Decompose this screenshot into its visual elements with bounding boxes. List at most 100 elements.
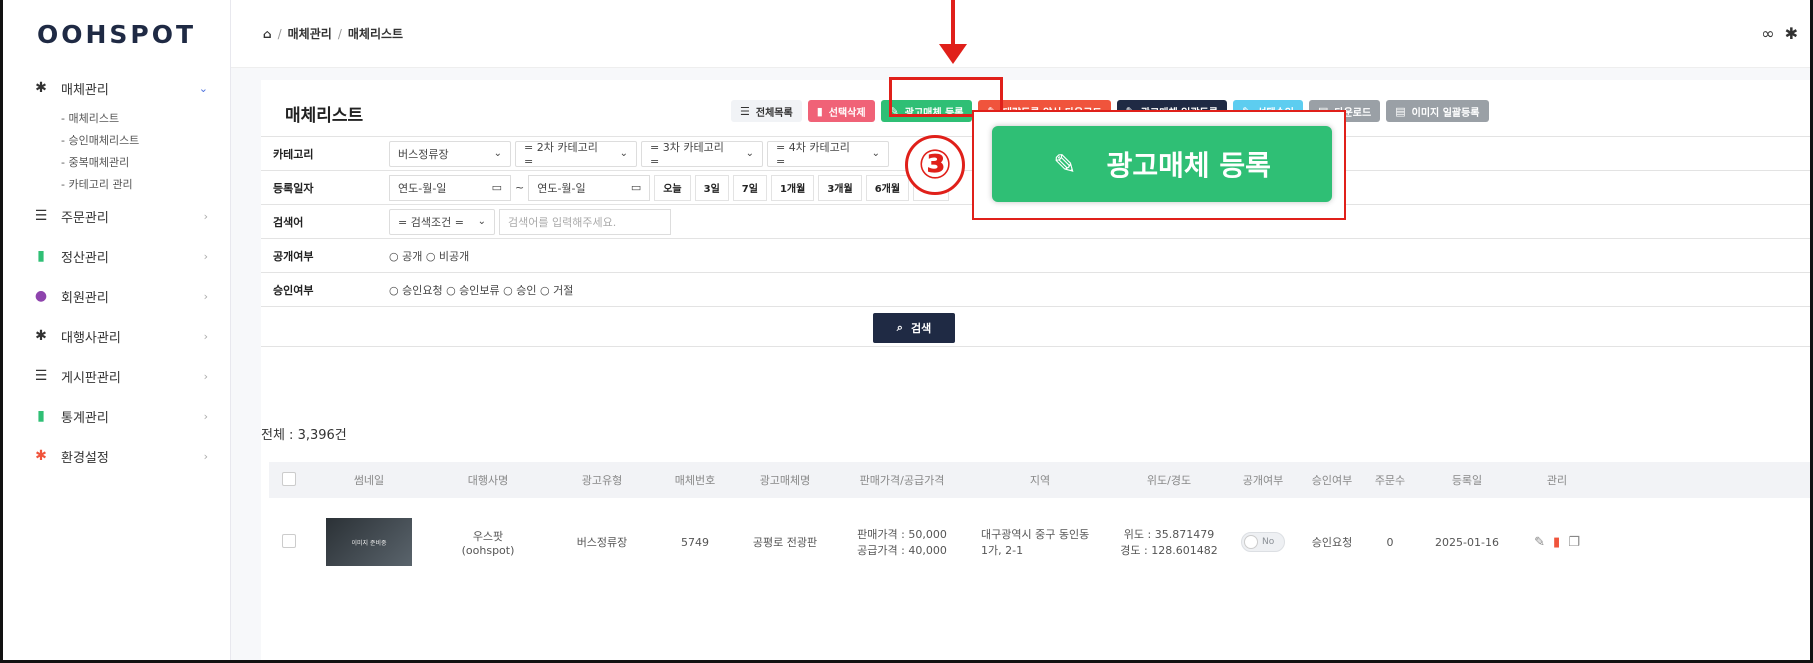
chevron-down-icon: ⌄ [619, 148, 628, 159]
chevron-right-icon: › [203, 329, 208, 343]
col-name: 광고매체명 [759, 474, 811, 487]
longitude: 경도 : 128.601482 [1120, 544, 1218, 557]
category1-select[interactable]: 버스정류장 ⌄ [389, 140, 511, 167]
image-bulk-register-button[interactable]: ▤ 이미지 일괄등록 [1386, 100, 1489, 122]
copy-icon[interactable]: ❐ [1568, 535, 1580, 550]
category4-value: = 4차 카테고리 = [776, 141, 850, 168]
period-3d-button[interactable]: 3일 [694, 174, 729, 201]
date-to-input[interactable]: 연도-월-일 ▭ [528, 174, 651, 201]
search-condition-select[interactable]: = 검색조건 = ⌄ [389, 208, 495, 235]
col-date: 등록일 [1451, 474, 1483, 487]
date-range-tilde: ~ [515, 181, 525, 194]
chevron-down-icon: ⌄ [477, 216, 486, 227]
delete-selected-button[interactable]: ▮ 선택삭제 [807, 100, 875, 122]
gear-icon: ✱ [35, 448, 47, 464]
search-button[interactable]: ⌕ 검색 [873, 313, 955, 343]
sidebar-item-board[interactable]: ☰ 게시판관리 › [3, 356, 230, 396]
period-1m-button[interactable]: 1개월 [770, 174, 815, 201]
all-list-label: 전체목록 [755, 107, 793, 119]
search-row: ⌕ 검색 [261, 307, 1810, 347]
edit-icon: ✎ [1053, 147, 1077, 181]
chevron-right-icon: › [203, 249, 208, 263]
period-7d-button[interactable]: 7일 [732, 174, 767, 201]
select-all-checkbox-cell [269, 471, 309, 489]
approval-radio-group[interactable]: ○ 승인요청 ○ 승인보류 ○ 승인 ○ 거절 [389, 282, 573, 298]
edit-icon[interactable]: ✎ [1534, 535, 1545, 550]
period-today-button[interactable]: 오늘 [654, 174, 691, 201]
col-number: 매체번호 [674, 474, 716, 487]
trash-icon[interactable]: ▮ [1553, 535, 1560, 550]
col-thumbnail: 썸네일 [353, 474, 385, 487]
chevron-down-icon: ⌄ [745, 148, 754, 159]
filter-label: 등록일자 [273, 181, 314, 195]
period-6m-button[interactable]: 6개월 [865, 174, 910, 201]
sidebar-item-media[interactable]: ✱ 매체관리 ⌄ [3, 68, 230, 108]
all-list-button[interactable]: ☰ 전체목록 [731, 100, 802, 122]
submenu-item-media-list[interactable]: - 매체리스트 [61, 108, 230, 130]
callout-register-button: ✎ 광고매체 등록 [992, 126, 1332, 202]
row-name[interactable]: 공평로 전광판 [733, 534, 837, 550]
list-icon: ☰ [34, 208, 48, 224]
sidebar-item-agency[interactable]: ✱ 대행사관리 › [3, 316, 230, 356]
col-approval: 승인여부 [1311, 474, 1353, 487]
link-icon[interactable]: ∞ [1761, 24, 1774, 43]
public-toggle[interactable]: No [1241, 532, 1285, 552]
sidebar-item-settings[interactable]: ✱ 환경설정 › [3, 436, 230, 476]
sidebar-item-settlement[interactable]: ▮ 정산관리 › [3, 236, 230, 276]
filter-body: = 검색조건 = ⌄ 검색어를 입력해주세요. [389, 208, 671, 235]
region-line2: 1가, 2-1 [981, 544, 1024, 557]
row-agency: 우스팟 (oohspot) [429, 528, 547, 557]
sidebar-item-label: 대행사관리 [61, 330, 121, 346]
gear-icon[interactable]: ✱ [1785, 24, 1798, 43]
submenu-item-category[interactable]: - 카테고리 관리 [61, 174, 230, 196]
col-agency: 대행사명 [467, 474, 509, 487]
search-input[interactable]: 검색어를 입력해주세요. [499, 208, 671, 235]
row-thumbnail-cell: 이미지 준비중 [309, 518, 429, 566]
home-icon[interactable]: ⌂ [263, 27, 272, 41]
bar-chart-icon: ▮ [37, 408, 45, 424]
table-header: 썸네일 대행사명 광고유형 매체번호 광고매체명 판매가격/공급가격 지역 위도… [269, 462, 1810, 498]
sidebar: OOHSPOT ✱ 매체관리 ⌄ - 매체리스트 - 승인매체리스트 - 중복매… [3, 0, 231, 660]
user-edit-icon: ● [34, 288, 48, 304]
public-radio-group[interactable]: ○ 공개 ○ 비공개 [389, 248, 469, 264]
category4-select[interactable]: = 4차 카테고리 = ⌄ [767, 140, 889, 168]
select-all-checkbox[interactable] [282, 471, 296, 486]
row-manage: ✎ ▮ ❐ [1517, 535, 1597, 550]
col-public: 공개여부 [1242, 474, 1284, 487]
chevron-down-icon: ⌄ [493, 148, 502, 159]
zoom-callout: ✎ 광고매체 등록 [972, 110, 1346, 220]
calendar-icon: ▭ [491, 181, 502, 194]
logo[interactable]: OOHSPOT [3, 0, 230, 68]
row-latlng: 위도 : 35.871479 경도 : 128.601482 [1113, 526, 1225, 558]
filter-label: 검색어 [273, 215, 304, 229]
sidebar-item-orders[interactable]: ☰ 주문관리 › [3, 196, 230, 236]
agency-id: (oohspot) [461, 543, 515, 557]
filter-body: 버스정류장 ⌄ = 2차 카테고리 = ⌄ = 3차 카테고리 = ⌄ = 4차 카테… [389, 140, 889, 168]
sidebar-item-stats[interactable]: ▮ 통계관리 › [3, 396, 230, 436]
delete-selected-label: 선택삭제 [828, 107, 866, 119]
date-from-input[interactable]: 연도-월-일 ▭ [389, 174, 511, 201]
table-row[interactable]: 이미지 준비중 우스팟 (oohspot) 버스정류장 5749 공평로 전광판 … [269, 512, 1810, 572]
chevron-right-icon: › [203, 449, 208, 463]
chevron-right-icon: › [203, 369, 208, 383]
submenu-item-approved-media[interactable]: - 승인매체리스트 [61, 130, 230, 152]
category1-value: 버스정류장 [398, 147, 449, 161]
latitude: 위도 : 35.871479 [1123, 528, 1215, 541]
category3-select[interactable]: = 3차 카테고리 = ⌄ [641, 140, 763, 168]
filter-row-approval: 승인여부 ○ 승인요청 ○ 승인보류 ○ 승인 ○ 거절 [261, 273, 1810, 307]
supply-price: 공급가격 : 40,000 [857, 544, 947, 557]
sidebar-menu: ✱ 매체관리 ⌄ - 매체리스트 - 승인매체리스트 - 중복매체관리 - 카테… [3, 68, 230, 476]
row-region: 대구광역시 중구 동인동 1가, 2-1 [967, 526, 1113, 558]
breadcrumb: ⌂ / 매체관리 / 매체리스트 [263, 25, 403, 42]
row-number: 5749 [681, 535, 709, 549]
filter-label: 공개여부 [273, 249, 314, 263]
category2-select[interactable]: = 2차 카테고리 = ⌄ [515, 140, 637, 168]
row-checkbox[interactable] [282, 533, 296, 548]
col-price: 판매가격/공급가격 [859, 474, 945, 487]
breadcrumb-level1[interactable]: 매체관리 [288, 25, 332, 42]
chevron-down-icon: ⌄ [198, 81, 208, 95]
submenu-item-duplicate-media[interactable]: - 중복매체관리 [61, 152, 230, 174]
sidebar-item-members[interactable]: ● 회원관리 › [3, 276, 230, 316]
period-3m-button[interactable]: 3개월 [818, 174, 862, 201]
thumbnail-image[interactable]: 이미지 준비중 [326, 518, 412, 566]
